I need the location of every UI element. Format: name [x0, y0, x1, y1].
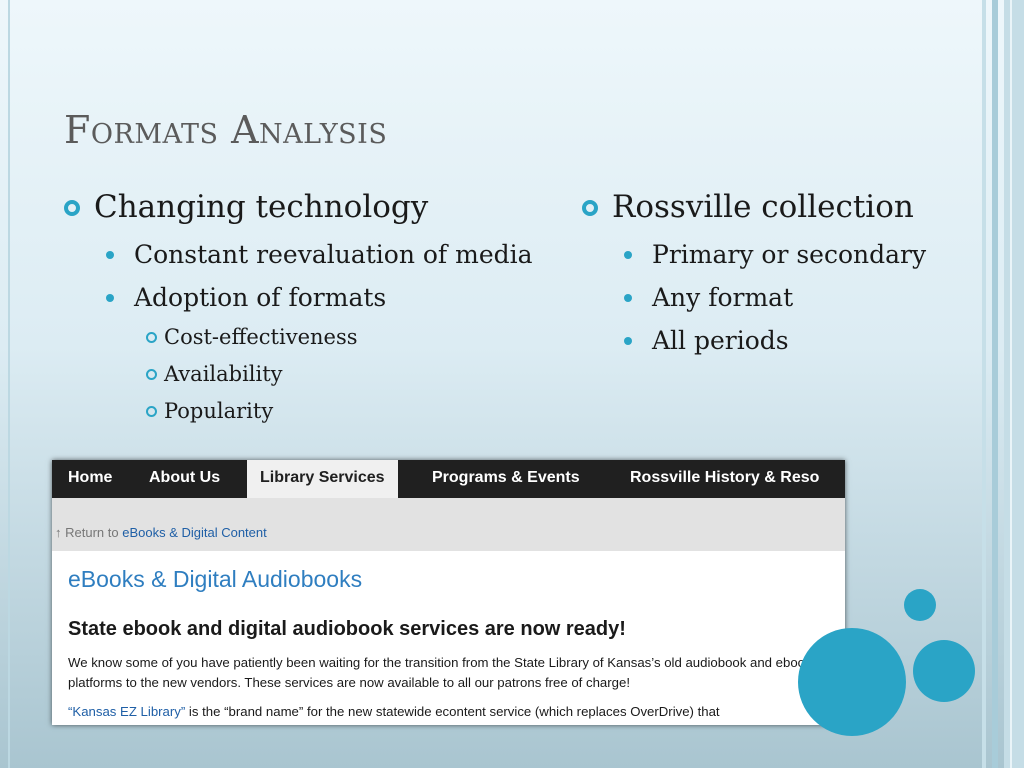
ring-bullet-icon [146, 332, 157, 343]
right-edge-stripe [982, 0, 986, 768]
nav-programs-events[interactable]: Programs & Events [432, 460, 580, 498]
right-edge-line [1010, 0, 1012, 768]
dot-bullet-icon [624, 294, 632, 302]
nav-home[interactable]: Home [68, 460, 112, 498]
announcement-headline: State ebook and digital audiobook servic… [68, 618, 626, 640]
slide-title: Formats Analysis [64, 108, 388, 152]
bullet-text: Constant reevaluation of media [134, 240, 533, 269]
left-edge-line [8, 0, 10, 768]
bullet-text: Cost-effectiveness [164, 325, 358, 349]
bullet-level1: Changing technology [64, 186, 533, 232]
bullet-text: Availability [164, 362, 283, 386]
bullet-level3: Popularity [64, 392, 533, 429]
bullet-text: Adoption of formats [134, 283, 387, 312]
kansas-ez-library-link[interactable]: “Kansas EZ Library” [68, 704, 185, 719]
bullet-text: Any format [652, 283, 794, 312]
ring-bullet-icon [64, 200, 80, 216]
dot-bullet-icon [106, 294, 114, 302]
breadcrumb-link[interactable]: eBooks & Digital Content [122, 525, 267, 540]
bullet-level2: Primary or secondary [582, 232, 926, 275]
bullet-text: Rossville collection [612, 189, 914, 225]
right-column: Rossville collection Primary or secondar… [582, 186, 926, 361]
bullet-text: Primary or secondary [652, 240, 927, 269]
bullet-level3: Availability [64, 355, 533, 392]
site-nav-bar: Home About Us Library Services Programs … [52, 460, 845, 498]
breadcrumb-prefix: ↑ Return to [55, 525, 119, 540]
bullet-text: Changing technology [94, 189, 429, 225]
bullet-level2: Constant reevaluation of media [64, 232, 533, 275]
bullet-text: All periods [652, 326, 789, 355]
bullet-level1: Rossville collection [582, 186, 926, 232]
nav-about-us[interactable]: About Us [149, 460, 220, 498]
right-edge-stripe [992, 0, 998, 768]
library-website-screenshot: Home About Us Library Services Programs … [52, 460, 845, 725]
page-title: eBooks & Digital Audiobooks [68, 566, 363, 592]
decorative-circle [904, 589, 936, 621]
nav-rossville-history[interactable]: Rossville History & Reso [630, 460, 819, 498]
right-edge-band [1004, 0, 1024, 768]
bullet-level2: Any format [582, 275, 926, 318]
breadcrumb: ↑ Return to eBooks & Digital Content [52, 498, 845, 551]
left-column: Changing technology Constant reevaluatio… [64, 186, 533, 429]
dot-bullet-icon [624, 251, 632, 259]
paragraph-text: is the “brand name” for the new statewid… [185, 704, 720, 719]
ring-bullet-icon [146, 369, 157, 380]
bullet-text: Popularity [164, 399, 274, 423]
ring-bullet-icon [146, 406, 157, 417]
ez-library-paragraph: “Kansas EZ Library” is the “brand name” … [68, 704, 720, 719]
decorative-circle [913, 640, 975, 702]
ring-bullet-icon [582, 200, 598, 216]
bullet-level2: All periods [582, 318, 926, 361]
decorative-circle [798, 628, 906, 736]
dot-bullet-icon [106, 251, 114, 259]
nav-library-services[interactable]: Library Services [247, 460, 398, 498]
dot-bullet-icon [624, 337, 632, 345]
bullet-level2: Adoption of formats [64, 275, 533, 318]
announcement-paragraph: We know some of you have patiently been … [68, 655, 812, 690]
bullet-level3: Cost-effectiveness [64, 318, 533, 355]
